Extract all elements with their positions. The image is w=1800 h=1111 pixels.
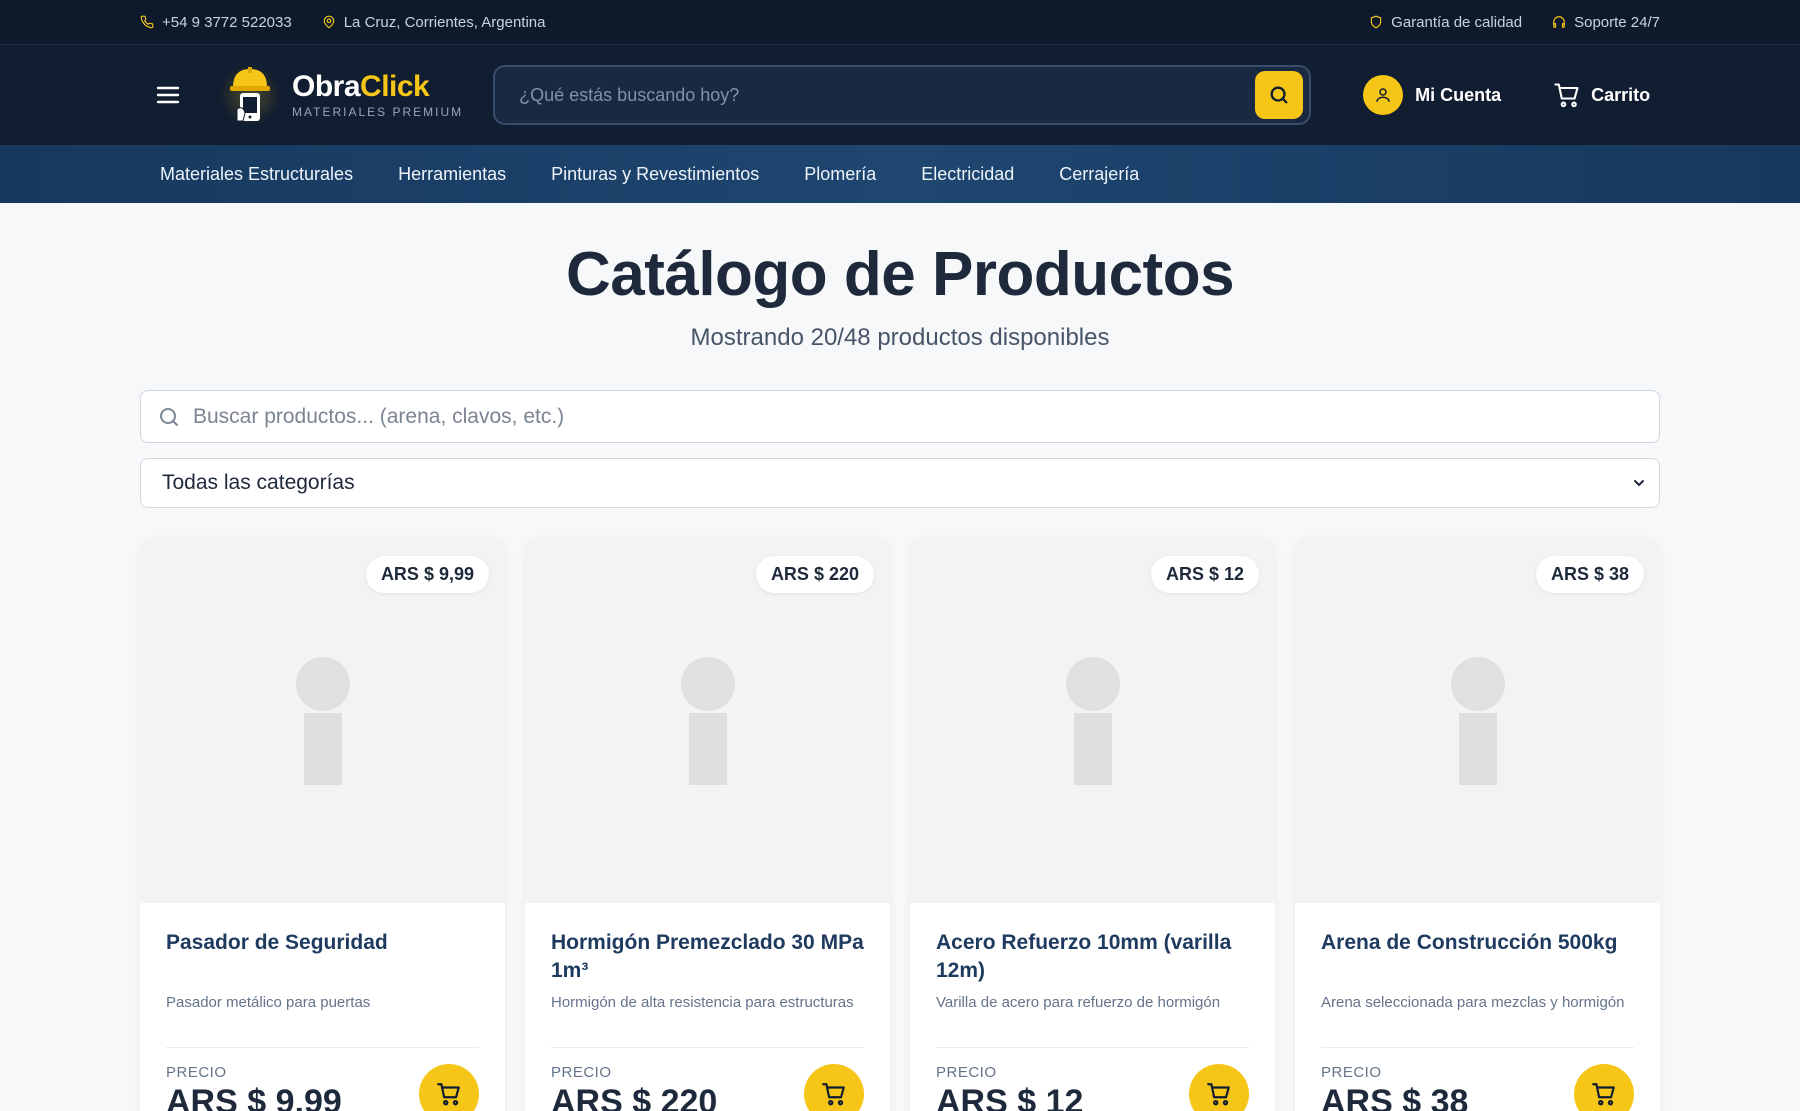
add-to-cart-button[interactable] xyxy=(419,1064,479,1111)
product-price: ARS $ 9,99 xyxy=(166,1083,342,1111)
main-header: ObraClick MATERIALES PREMIUM Mi Cuenta C… xyxy=(0,45,1800,145)
category-nav: Materiales Estructurales Herramientas Pi… xyxy=(0,145,1800,203)
placeholder-image-icon xyxy=(1065,656,1120,785)
add-to-cart-button[interactable] xyxy=(1189,1064,1249,1111)
account-button[interactable]: Mi Cuenta xyxy=(1363,75,1501,115)
brand-name: ObraClick xyxy=(292,69,430,103)
nav-item-cerrajeria[interactable]: Cerrajería xyxy=(1059,164,1139,185)
product-description: Pasador metálico para puertas xyxy=(166,994,371,1011)
add-to-cart-button[interactable] xyxy=(1574,1064,1634,1111)
product-grid: ARS $ 9,99 Pasador de Seguridad Pasador … xyxy=(140,538,1660,1111)
price-label: PRECIO xyxy=(1321,1064,1382,1081)
placeholder-image-icon xyxy=(1450,656,1505,785)
support-text: Soporte 24/7 xyxy=(1574,13,1660,31)
helmet-logo-icon xyxy=(220,63,280,127)
price-badge: ARS $ 220 xyxy=(755,556,874,593)
nav-item-herramientas[interactable]: Herramientas xyxy=(398,164,506,185)
quality-text: Garantía de calidad xyxy=(1391,13,1523,31)
category-select-value: Todas las categorías xyxy=(162,471,355,494)
user-avatar xyxy=(1363,75,1404,115)
product-image-placeholder: ARS $ 9,99 xyxy=(140,538,505,903)
price-badge: ARS $ 9,99 xyxy=(365,556,489,593)
price-badge: ARS $ 38 xyxy=(1535,556,1644,593)
product-search xyxy=(140,390,1660,443)
cart-button[interactable]: Carrito xyxy=(1553,81,1650,109)
product-card[interactable]: ARS $ 220 Hormigón Premezclado 30 MPa 1m… xyxy=(525,538,890,1111)
quality-info: Garantía de calidad xyxy=(1369,14,1522,31)
location-info: La Cruz, Corrientes, Argentina xyxy=(322,14,546,31)
catalog-main: Catálogo de Productos Mostrando 20/48 pr… xyxy=(0,239,1800,1111)
search-icon xyxy=(160,407,178,426)
nav-item-plomeria[interactable]: Plomería xyxy=(804,164,876,185)
product-count: Mostrando 20/48 productos disponibles xyxy=(690,324,1110,351)
hamburger-icon xyxy=(156,86,180,104)
product-name[interactable]: Hormigón Premezclado 30 MPa 1m³ xyxy=(551,929,864,989)
page-title: Catálogo de Productos xyxy=(565,240,1235,309)
product-image-placeholder: ARS $ 38 xyxy=(1295,538,1660,903)
cart-label: Carrito xyxy=(1591,84,1651,105)
product-image-placeholder: ARS $ 220 xyxy=(525,538,890,903)
price-label: PRECIO xyxy=(551,1064,612,1081)
headphones-icon xyxy=(1553,16,1565,28)
product-card[interactable]: ARS $ 9,99 Pasador de Seguridad Pasador … xyxy=(140,538,505,1111)
brand-tagline: MATERIALES PREMIUM xyxy=(292,104,464,119)
support-info: Soporte 24/7 xyxy=(1552,14,1660,31)
product-card[interactable]: ARS $ 12 Acero Refuerzo 10mm (varilla 12… xyxy=(910,538,1275,1111)
cart-icon xyxy=(1592,1083,1615,1106)
header-search-button[interactable] xyxy=(1255,71,1304,119)
header-search-input[interactable] xyxy=(519,84,1256,106)
phone-icon xyxy=(140,15,154,29)
nav-item-pinturas[interactable]: Pinturas y Revestimientos xyxy=(551,164,759,185)
product-description: Arena seleccionada para mezclas y hormig… xyxy=(1321,994,1625,1011)
location-text: La Cruz, Corrientes, Argentina xyxy=(343,13,546,31)
cart-icon xyxy=(1207,1083,1230,1106)
product-name[interactable]: Acero Refuerzo 10mm (varilla 12m) xyxy=(936,929,1249,989)
product-name[interactable]: Arena de Construcción 500kg xyxy=(1321,929,1634,989)
phone-number: +54 9 3772 522033 xyxy=(162,13,292,31)
phone-info[interactable]: +54 9 3772 522033 xyxy=(140,14,292,31)
nav-item-electricidad[interactable]: Electricidad xyxy=(921,164,1014,185)
product-price: ARS $ 220 xyxy=(551,1083,718,1111)
map-pin-icon xyxy=(323,15,334,29)
chevron-down-icon xyxy=(1634,480,1644,487)
category-select[interactable]: Todas las categorías xyxy=(140,458,1660,508)
cart-icon xyxy=(822,1083,845,1106)
menu-button[interactable] xyxy=(150,77,186,113)
price-badge: ARS $ 12 xyxy=(1150,556,1259,593)
cart-icon xyxy=(437,1083,460,1106)
brand-logo[interactable]: ObraClick MATERIALES PREMIUM xyxy=(220,63,463,127)
placeholder-image-icon xyxy=(295,656,350,785)
account-label: Mi Cuenta xyxy=(1415,84,1502,105)
product-description: Hormigón de alta resistencia para estruc… xyxy=(551,994,854,1011)
product-search-input[interactable] xyxy=(193,404,1643,429)
user-icon xyxy=(1376,88,1390,102)
shield-icon xyxy=(1370,15,1382,29)
cart-icon xyxy=(1554,83,1579,108)
price-label: PRECIO xyxy=(166,1064,227,1081)
product-description: Varilla de acero para refuerzo de hormig… xyxy=(936,994,1221,1011)
nav-item-materiales-estructurales[interactable]: Materiales Estructurales xyxy=(160,164,353,185)
placeholder-image-icon xyxy=(680,656,735,785)
search-icon xyxy=(1270,86,1288,104)
product-name[interactable]: Pasador de Seguridad xyxy=(166,929,479,989)
product-card[interactable]: ARS $ 38 Arena de Construcción 500kg Are… xyxy=(1295,538,1660,1111)
product-price: ARS $ 12 xyxy=(936,1083,1084,1111)
header-search xyxy=(493,65,1312,125)
price-label: PRECIO xyxy=(936,1064,997,1081)
product-price: ARS $ 38 xyxy=(1321,1083,1469,1111)
top-info-bar: +54 9 3772 522033 La Cruz, Corrientes, A… xyxy=(0,0,1800,45)
product-image-placeholder: ARS $ 12 xyxy=(910,538,1275,903)
add-to-cart-button[interactable] xyxy=(804,1064,864,1111)
